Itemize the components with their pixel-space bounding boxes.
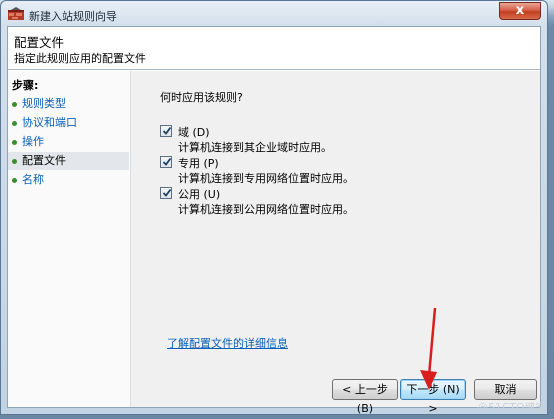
- step-bullet-icon: [12, 159, 17, 164]
- back-button[interactable]: < 上一步 (B): [332, 379, 398, 414]
- step-bullet-icon: [12, 121, 17, 126]
- step-label: 操作: [22, 135, 44, 148]
- step-name[interactable]: 名称: [8, 171, 129, 189]
- public-checkbox[interactable]: [160, 187, 172, 199]
- step-bullet-icon: [12, 178, 17, 183]
- step-bullet-icon: [12, 102, 17, 107]
- domain-label[interactable]: 域 (D): [178, 124, 210, 140]
- step-bullet-icon: [12, 140, 17, 145]
- step-action[interactable]: 操作: [8, 133, 129, 151]
- title-bar[interactable]: 新建入站规则向导 x: [1, 1, 547, 27]
- page-title: 配置文件: [14, 35, 65, 50]
- wizard-client-area: 配置文件 指定此规则应用的配置文件 步骤: 规则类型 协议和端口 操作 配置文件…: [7, 26, 541, 414]
- wizard-header: 配置文件 指定此规则应用的配置文件: [8, 27, 540, 70]
- question-text: 何时应用该规则?: [160, 91, 243, 104]
- public-description: 计算机连接到公用网络位置时应用。: [178, 203, 354, 216]
- window-title: 新建入站规则向导: [29, 10, 117, 23]
- cancel-button[interactable]: 取消: [474, 379, 537, 400]
- private-label[interactable]: 专用 (P): [178, 155, 219, 171]
- private-description: 计算机连接到专用网络位置时应用。: [178, 172, 354, 185]
- domain-description: 计算机连接到其企业域时应用。: [178, 141, 332, 154]
- step-rule-type[interactable]: 规则类型: [8, 95, 129, 113]
- close-button[interactable]: x: [499, 2, 541, 20]
- public-label[interactable]: 公用 (U): [178, 186, 220, 202]
- checkmark-icon: [162, 188, 172, 197]
- profile-info-link[interactable]: 了解配置文件的详细信息: [167, 335, 288, 351]
- step-label: 规则类型: [22, 97, 66, 110]
- page-subtitle: 指定此规则应用的配置文件: [14, 52, 146, 65]
- main-content: 何时应用该规则? 域 (D) 计算机连接到其企业域时应用。 专用 (P) 计算机…: [131, 71, 540, 414]
- checkmark-icon: [162, 157, 172, 166]
- step-label: 名称: [22, 173, 44, 186]
- wizard-body: 步骤: 规则类型 协议和端口 操作 配置文件 名称 何时应用该规则? 域 (D)…: [8, 71, 540, 414]
- wizard-window: 新建入站规则向导 x 配置文件 指定此规则应用的配置文件 步骤: 规则类型 协议…: [0, 0, 548, 415]
- step-profile[interactable]: 配置文件: [8, 152, 129, 170]
- firewall-app-icon: [8, 7, 24, 20]
- close-icon: x: [515, 3, 525, 18]
- domain-checkbox[interactable]: [160, 125, 172, 137]
- step-label: 配置文件: [22, 154, 66, 167]
- checkmark-icon: [162, 126, 172, 135]
- watermark: @51CTO博客: [477, 402, 546, 414]
- step-protocol-port[interactable]: 协议和端口: [8, 114, 129, 132]
- red-pointer-arrow-icon: [420, 307, 437, 390]
- private-checkbox[interactable]: [160, 156, 172, 168]
- step-label: 协议和端口: [22, 116, 77, 129]
- steps-title: 步骤:: [12, 79, 39, 92]
- steps-pane: 步骤: 规则类型 协议和端口 操作 配置文件 名称: [8, 71, 131, 407]
